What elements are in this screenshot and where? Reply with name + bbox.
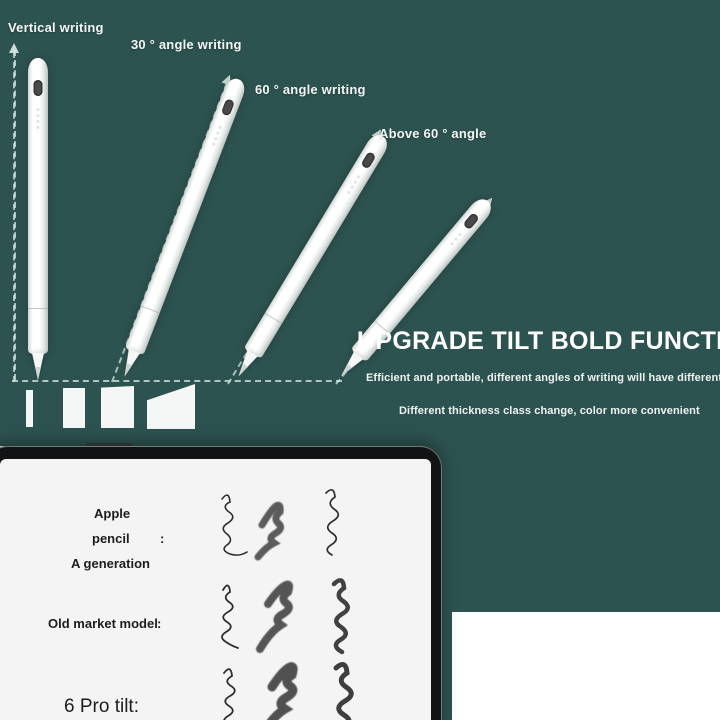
pen-port-icon <box>462 212 480 231</box>
label-above-60deg: Above 60 ° angle <box>379 126 487 141</box>
promo-subline-1: Efficient and portable, different angles… <box>366 372 720 384</box>
pen-port-icon <box>220 98 235 117</box>
stroke-swatch-thin <box>26 390 33 427</box>
power-button[interactable] <box>86 443 132 447</box>
arrow-up-icon <box>9 43 19 53</box>
pen-port-icon <box>33 80 43 96</box>
angle-guide-0 <box>8 43 20 382</box>
pen-dots-icon <box>36 108 40 129</box>
stroke-swatch-wide <box>147 384 195 429</box>
stroke-swatch-medium <box>63 388 85 428</box>
promo-subline-2: Different thickness class change, color … <box>399 405 700 417</box>
tablet-device: Apple pencil A generation : Old market m… <box>0 443 442 720</box>
baseline-guide <box>12 380 342 382</box>
tablet-screen[interactable]: Apple pencil A generation : Old market m… <box>0 459 431 720</box>
stylus-30deg <box>119 75 248 379</box>
product-promo-image: Vertical writing 30 ° angle writing 60 °… <box>0 0 720 720</box>
stylus-vertical <box>28 58 48 380</box>
white-panel <box>452 612 720 720</box>
promo-headline: UPGRADE TILT BOLD FUNCTION <box>357 327 720 355</box>
stroke-samples <box>221 488 354 720</box>
stroke-swatch-slanted <box>101 386 134 428</box>
label-30deg-writing: 30 ° angle writing <box>131 37 242 52</box>
label-60deg-writing: 60 ° angle writing <box>255 82 366 97</box>
pen-port-icon <box>360 151 377 170</box>
pen-dots-icon <box>211 125 223 147</box>
label-vertical-writing: Vertical writing <box>8 20 104 35</box>
pen-dots-icon <box>347 174 361 195</box>
pen-dots-icon <box>450 232 462 246</box>
